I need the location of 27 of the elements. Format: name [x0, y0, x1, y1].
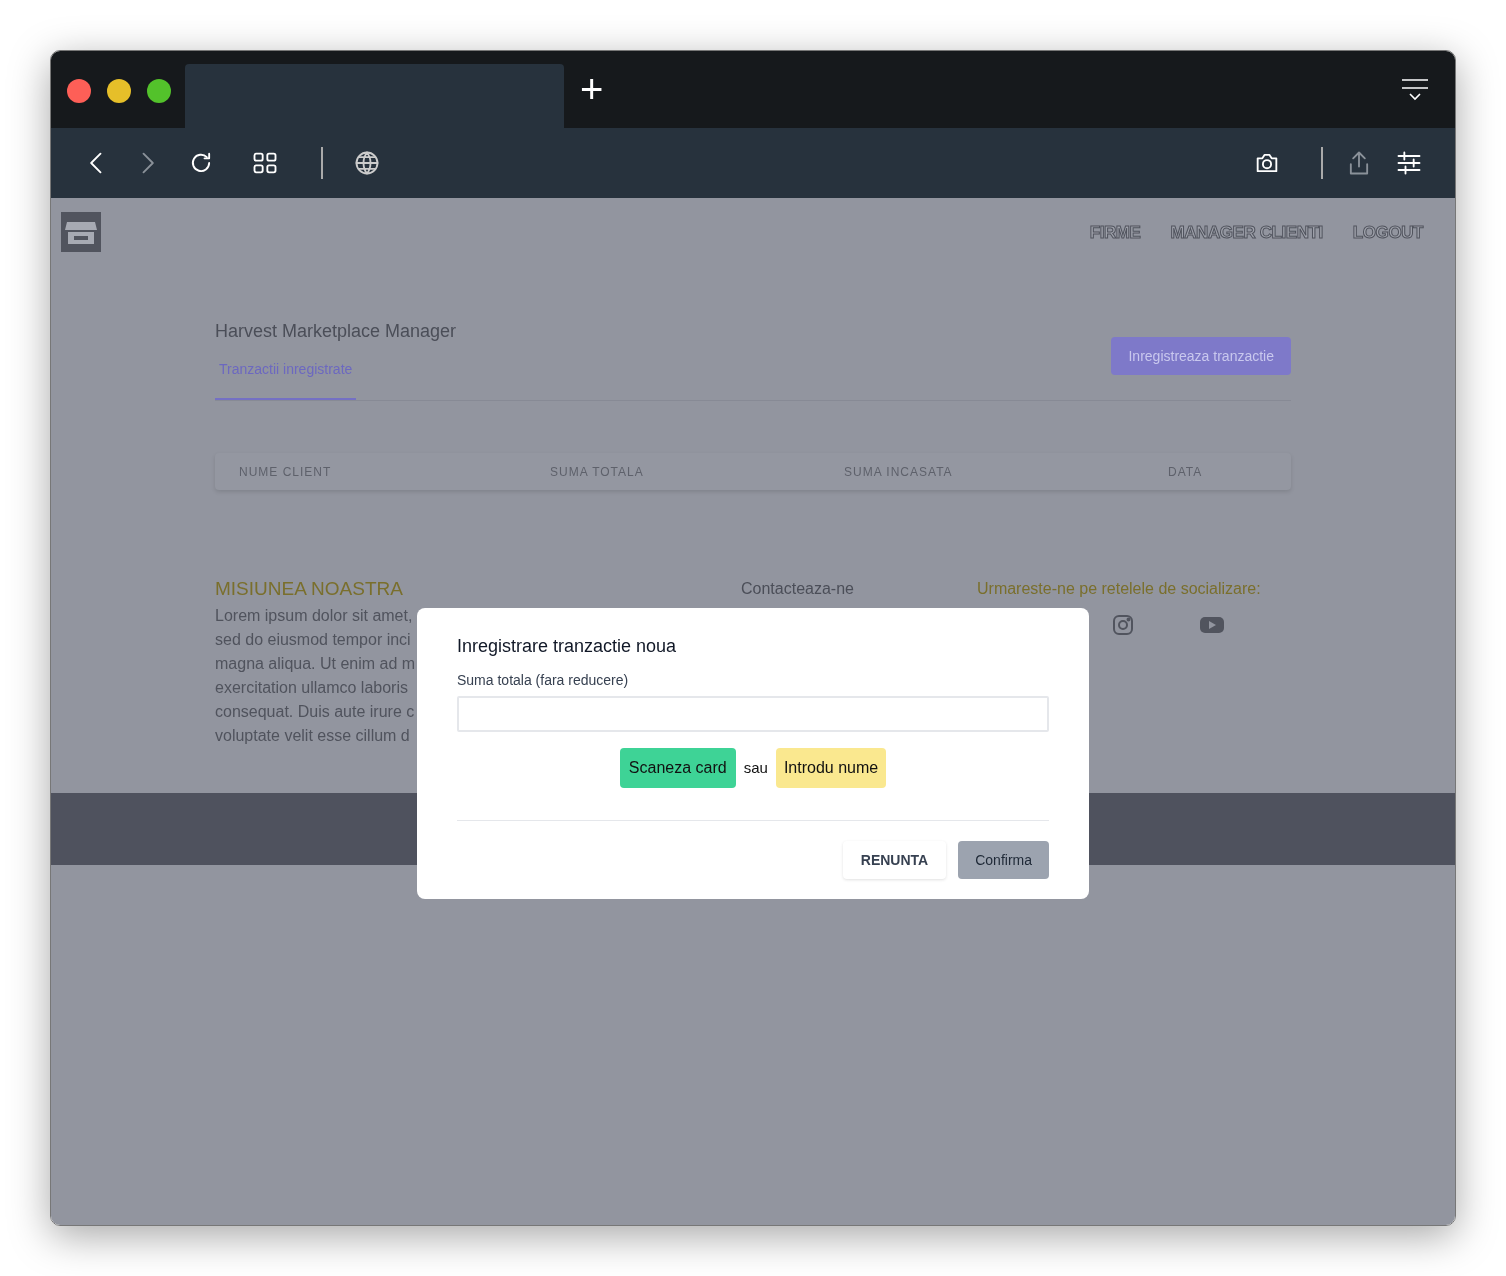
- or-text: sau: [743, 757, 768, 778]
- amount-input[interactable]: [457, 696, 1049, 732]
- globe-icon[interactable]: [353, 149, 381, 177]
- mission-text-line: exercitation ullamco laboris: [215, 677, 408, 698]
- dialog-title: Inregistrare tranzactie noua: [457, 635, 678, 658]
- close-window-icon[interactable]: [67, 79, 91, 103]
- new-tab-button[interactable]: +: [580, 68, 604, 109]
- mission-text-line: consequat. Duis aute irure c: [215, 701, 415, 722]
- page-title: Harvest Marketplace Manager: [215, 320, 457, 343]
- instagram-icon[interactable]: [1111, 613, 1135, 637]
- mission-title: MISIUNEA NOASTRA: [215, 577, 404, 601]
- social-title: Urmareste-ne pe retelele de socializare:: [977, 579, 1261, 599]
- store-logo-icon[interactable]: [61, 212, 101, 252]
- mission-text-line: sed do eiusmod tempor inci: [215, 629, 411, 650]
- mission-text-line: magna aliqua. Ut enim ad m: [215, 653, 416, 674]
- enter-name-button[interactable]: Introdu nume: [775, 748, 887, 788]
- maximize-window-icon[interactable]: [147, 79, 171, 103]
- sliders-icon[interactable]: [1395, 149, 1423, 177]
- contact-title: Contacteaza-ne: [741, 579, 855, 599]
- mission-text-line: voluptate velit esse cillum d: [215, 725, 410, 746]
- cancel-button[interactable]: RENUNTA: [842, 841, 947, 879]
- scan-card-button[interactable]: Scaneza card: [619, 748, 736, 788]
- confirm-button[interactable]: Confirma: [958, 841, 1049, 879]
- mission-text-line: Lorem ipsum dolor sit amet,: [215, 605, 413, 626]
- minimize-window-icon[interactable]: [107, 79, 131, 103]
- tab-list-icon[interactable]: [1401, 76, 1429, 103]
- field-label: Suma totala (fara reducere): [457, 671, 630, 690]
